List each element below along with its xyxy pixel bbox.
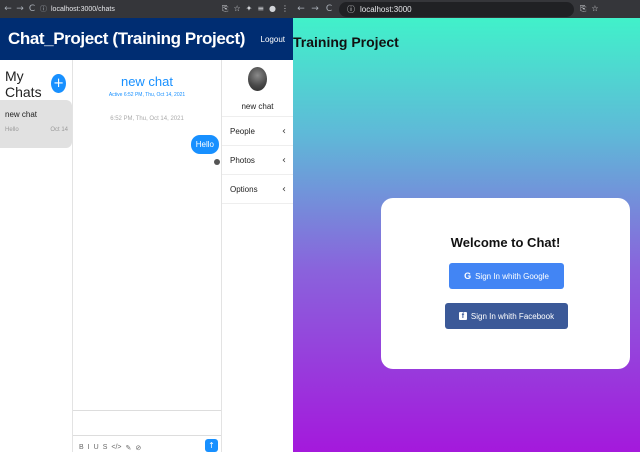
address-text: localhost:3000 — [360, 4, 412, 14]
profile-icon[interactable]: ● — [269, 4, 276, 14]
welcome-heading: Welcome to Chat! — [450, 235, 561, 250]
settings-item-photos[interactable]: Photos ‹ — [222, 146, 293, 175]
google-signin-button[interactable]: G Sign In whith Google — [449, 263, 564, 289]
app-header: Chat_Project (Training Project) Logout — [0, 18, 293, 60]
code-icon[interactable]: </> — [111, 444, 121, 452]
italic-icon[interactable]: I — [88, 444, 90, 452]
chat-engine: My Chats + new chat Hello Oct 14 new cha… — [0, 60, 293, 452]
translate-icon[interactable]: ⎘ — [222, 4, 228, 14]
message-bubble: Hello — [190, 135, 219, 154]
browser-toolbar: ← → C ⓘ localhost:3000 ⎘ ☆ — [293, 0, 640, 18]
format-toolbar: B I U S </> ✎ ⊘ — [79, 444, 141, 452]
settings-chat-name: new chat — [241, 102, 274, 111]
login-card: Welcome to Chat! G Sign In whith Google … — [381, 198, 630, 369]
more-icon[interactable]: ⋮ — [281, 4, 289, 14]
avatar — [248, 67, 267, 91]
info-icon: ⓘ — [347, 4, 355, 14]
feed-title: new chat — [120, 74, 174, 89]
star-icon[interactable]: ☆ — [233, 4, 240, 14]
back-icon[interactable]: ← — [297, 4, 305, 14]
new-chat-button[interactable]: + — [51, 74, 66, 93]
translate-icon[interactable]: ⎘ — [580, 4, 586, 14]
settings-item-label: Photos — [230, 155, 255, 165]
app-title: Chat_Project (Training Project) — [8, 29, 245, 48]
facebook-icon: f — [458, 312, 467, 320]
back-icon[interactable]: ← — [4, 4, 12, 14]
brand-title: Training Project — [293, 34, 399, 50]
reload-icon[interactable]: C — [325, 4, 333, 14]
bold-icon[interactable]: B — [79, 444, 84, 452]
chat-list-title: My Chats — [5, 67, 42, 100]
chevron-left-icon: ‹ — [282, 125, 286, 137]
info-icon: ⓘ — [40, 6, 47, 13]
message-input[interactable] — [73, 410, 221, 436]
message-timestamp: 6:52 PM, Thu, Oct 14, 2021 — [110, 116, 184, 122]
strike-icon[interactable]: S — [103, 444, 108, 452]
google-signin-label: Sign In whith Google — [475, 271, 549, 281]
chat-list: My Chats + new chat Hello Oct 14 — [0, 60, 73, 452]
chat-settings: new chat People ‹ Photos ‹ Options ‹ — [222, 60, 293, 452]
browser-icons: ⎘ ☆ ✦ ≡ ● ⋮ — [222, 4, 289, 14]
star-icon[interactable]: ☆ — [591, 4, 598, 14]
settings-list: People ‹ Photos ‹ Options ‹ — [222, 116, 293, 204]
settings-item-label: People — [230, 126, 255, 136]
forward-icon[interactable]: → — [311, 4, 319, 14]
attach-icon[interactable]: ⊘ — [135, 444, 141, 452]
facebook-signin-label: Sign In whith Facebook — [470, 311, 555, 321]
send-button[interactable]: ↑ — [205, 439, 218, 452]
chat-card-name: new chat — [5, 110, 38, 119]
chat-card-preview: Hello — [5, 127, 19, 133]
settings-item-options[interactable]: Options ‹ — [222, 175, 293, 204]
settings-item-people[interactable]: People ‹ — [222, 117, 293, 146]
settings-item-label: Options — [230, 184, 258, 194]
logout-button[interactable]: Logout — [261, 35, 285, 44]
chevron-left-icon: ‹ — [282, 183, 286, 195]
address-text: localhost:3000/chats — [51, 5, 115, 13]
chat-card-meta: Hello Oct 14 — [5, 127, 68, 133]
reload-icon[interactable]: C — [28, 4, 36, 14]
browser-icons: ⎘ ☆ — [580, 4, 599, 14]
puzzle-icon[interactable]: ✦ — [246, 4, 253, 14]
chevron-left-icon: ‹ — [282, 154, 286, 166]
right-browser-window: ← → C ⓘ localhost:3000 ⎘ ☆ Training Proj… — [293, 0, 640, 452]
feed-subtitle: Active 6:52 PM, Thu, Oct 14, 2021 — [108, 92, 186, 98]
facebook-signin-button[interactable]: f Sign In whith Facebook — [445, 303, 568, 329]
forward-icon[interactable]: → — [16, 4, 24, 14]
address-bar[interactable]: ⓘ localhost:3000 — [339, 1, 574, 17]
chat-card[interactable]: new chat Hello Oct 14 — [0, 100, 72, 148]
link-icon[interactable]: ✎ — [125, 444, 131, 452]
menu-icon[interactable]: ≡ — [257, 4, 264, 14]
chat-feed: new chat Active 6:52 PM, Thu, Oct 14, 20… — [73, 60, 222, 452]
google-icon: G — [464, 271, 472, 281]
chat-list-header: My Chats + — [0, 60, 72, 100]
address-bar[interactable]: ⓘ localhost:3000/chats — [40, 4, 218, 14]
read-receipt-avatar — [214, 159, 220, 165]
chat-card-date: Oct 14 — [50, 127, 68, 133]
left-browser-window: ← → C ⓘ localhost:3000/chats ⎘ ☆ ✦ ≡ ● ⋮… — [0, 0, 293, 452]
message-composer: B I U S </> ✎ ⊘ ↑ — [73, 410, 221, 452]
browser-toolbar: ← → C ⓘ localhost:3000/chats ⎘ ☆ ✦ ≡ ● ⋮ — [0, 0, 293, 18]
underline-icon[interactable]: U — [94, 444, 99, 452]
